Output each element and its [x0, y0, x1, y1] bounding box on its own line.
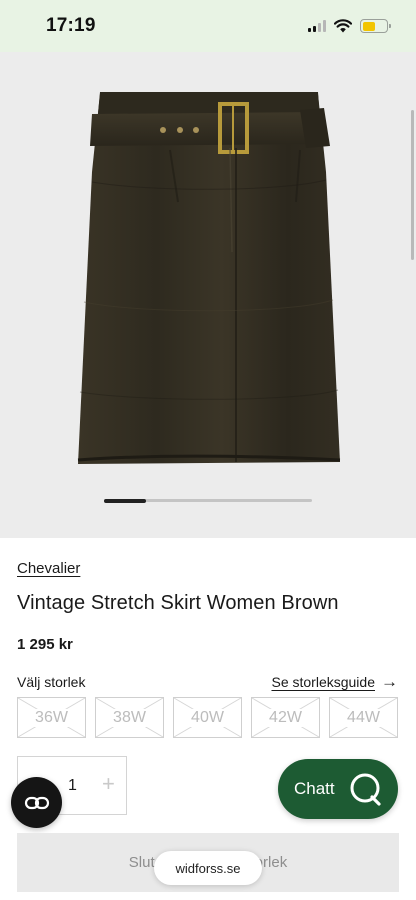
product-title: Vintage Stretch Skirt Women Brown — [17, 592, 339, 614]
size-option-42w[interactable]: 42W — [251, 697, 320, 738]
chat-label: Chatt — [294, 779, 335, 798]
size-option-label: 42W — [267, 708, 304, 727]
size-options: 36W 38W 40W 42W 44W — [17, 697, 398, 738]
size-option-label: 44W — [345, 708, 382, 727]
size-option-44w[interactable]: 44W — [329, 697, 398, 738]
carousel-progress — [104, 498, 312, 503]
link-icon — [24, 796, 49, 809]
size-label: Välj storlek — [17, 674, 86, 690]
size-option-label: 38W — [111, 708, 148, 727]
cellular-signal-icon — [308, 20, 326, 32]
size-option-label: 36W — [33, 708, 70, 727]
size-guide-label: Se storleksguide — [271, 673, 375, 690]
chat-button[interactable]: Chatt — [278, 759, 398, 819]
size-option-38w[interactable]: 38W — [95, 697, 164, 738]
loyalty-button[interactable] — [11, 777, 62, 828]
arrow-right-icon: → — [381, 672, 398, 691]
size-option-label: 40W — [189, 708, 226, 727]
product-price: 1 295 kr — [17, 636, 73, 653]
quantity-plus-button[interactable]: + — [102, 771, 115, 797]
battery-icon — [360, 19, 391, 33]
scroll-indicator — [411, 110, 414, 260]
size-option-40w[interactable]: 40W — [173, 697, 242, 738]
size-option-36w[interactable]: 36W — [17, 697, 86, 738]
wifi-icon — [334, 19, 352, 33]
status-bar: 17:19 — [0, 0, 416, 52]
carousel-thumb — [104, 498, 146, 503]
brand-link[interactable]: Chevalier — [17, 560, 80, 577]
browser-url-pill[interactable]: widforss.se — [154, 851, 262, 885]
chat-bubble-icon — [350, 773, 381, 806]
product-image-carousel[interactable] — [0, 52, 416, 538]
size-guide-link[interactable]: Se storleksguide → — [271, 673, 398, 690]
product-image — [77, 92, 341, 464]
status-time: 17:19 — [46, 15, 96, 36]
status-icons — [308, 19, 391, 33]
quantity-value[interactable]: 1 — [68, 777, 77, 795]
